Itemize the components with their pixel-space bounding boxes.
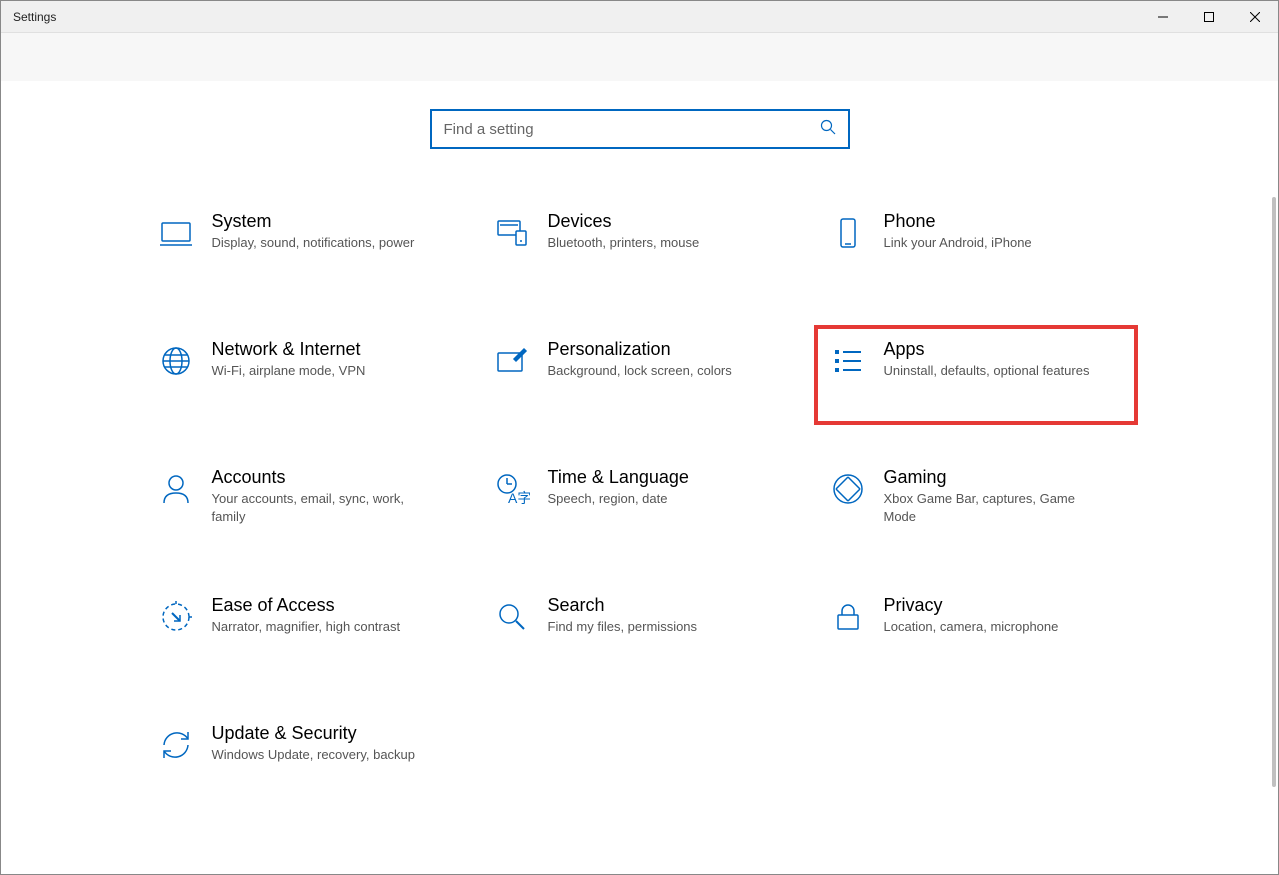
header-strip — [1, 33, 1278, 81]
tile-title: Gaming — [884, 467, 1104, 488]
tile-desc: Link your Android, iPhone — [884, 234, 1032, 252]
tile-title: Personalization — [548, 339, 732, 360]
tile-desc: Speech, region, date — [548, 490, 689, 508]
apps-icon — [824, 339, 872, 379]
tile-title: Search — [548, 595, 698, 616]
privacy-icon — [824, 595, 872, 635]
tile-title: System — [212, 211, 415, 232]
close-button[interactable] — [1232, 1, 1278, 32]
content-area: System Display, sound, notifications, po… — [1, 81, 1278, 874]
search-input[interactable] — [444, 121, 820, 138]
window-controls — [1140, 1, 1278, 32]
devices-icon — [488, 211, 536, 251]
tile-title: Privacy — [884, 595, 1059, 616]
tile-search[interactable]: Search Find my files, permissions — [480, 583, 800, 679]
search-icon — [820, 119, 836, 140]
tile-desc: Background, lock screen, colors — [548, 362, 732, 380]
tile-title: Update & Security — [212, 723, 416, 744]
phone-icon — [824, 211, 872, 251]
tile-title: Network & Internet — [212, 339, 366, 360]
tile-network[interactable]: Network & Internet Wi-Fi, airplane mode,… — [144, 327, 464, 423]
search-box[interactable] — [430, 109, 850, 149]
system-icon — [152, 211, 200, 251]
window-title: Settings — [13, 10, 1140, 24]
tile-desc: Bluetooth, printers, mouse — [548, 234, 700, 252]
gaming-icon — [824, 467, 872, 507]
search-container — [1, 81, 1278, 199]
update-icon — [152, 723, 200, 763]
tile-update[interactable]: Update & Security Windows Update, recove… — [144, 711, 464, 807]
time-language-icon: A字 — [488, 467, 536, 507]
ease-of-access-icon — [152, 595, 200, 635]
tile-title: Accounts — [212, 467, 432, 488]
tile-desc: Xbox Game Bar, captures, Game Mode — [884, 490, 1104, 526]
tile-desc: Your accounts, email, sync, work, family — [212, 490, 432, 526]
tile-title: Apps — [884, 339, 1090, 360]
tile-desc: Narrator, magnifier, high contrast — [212, 618, 401, 636]
maximize-button[interactable] — [1186, 1, 1232, 32]
tile-title: Phone — [884, 211, 1032, 232]
globe-icon — [152, 339, 200, 379]
tile-phone[interactable]: Phone Link your Android, iPhone — [816, 199, 1136, 295]
tile-desc: Windows Update, recovery, backup — [212, 746, 416, 764]
tile-devices[interactable]: Devices Bluetooth, printers, mouse — [480, 199, 800, 295]
tile-system[interactable]: System Display, sound, notifications, po… — [144, 199, 464, 295]
accounts-icon — [152, 467, 200, 507]
tile-desc: Display, sound, notifications, power — [212, 234, 415, 252]
tile-accounts[interactable]: Accounts Your accounts, email, sync, wor… — [144, 455, 464, 551]
tile-title: Devices — [548, 211, 700, 232]
tile-desc: Location, camera, microphone — [884, 618, 1059, 636]
tile-privacy[interactable]: Privacy Location, camera, microphone — [816, 583, 1136, 679]
tile-ease[interactable]: Ease of Access Narrator, magnifier, high… — [144, 583, 464, 679]
tile-apps[interactable]: Apps Uninstall, defaults, optional featu… — [816, 327, 1136, 423]
titlebar: Settings — [1, 1, 1278, 33]
tile-personalization[interactable]: Personalization Background, lock screen,… — [480, 327, 800, 423]
personalization-icon — [488, 339, 536, 379]
minimize-button[interactable] — [1140, 1, 1186, 32]
tile-title: Ease of Access — [212, 595, 401, 616]
settings-grid: System Display, sound, notifications, po… — [144, 199, 1136, 847]
tile-desc: Wi-Fi, airplane mode, VPN — [212, 362, 366, 380]
svg-text:A字: A字 — [508, 490, 530, 506]
search-category-icon — [488, 595, 536, 635]
tile-title: Time & Language — [548, 467, 689, 488]
tile-time[interactable]: A字 Time & Language Speech, region, date — [480, 455, 800, 551]
tile-desc: Find my files, permissions — [548, 618, 698, 636]
tile-desc: Uninstall, defaults, optional features — [884, 362, 1090, 380]
tile-gaming[interactable]: Gaming Xbox Game Bar, captures, Game Mod… — [816, 455, 1136, 551]
scrollbar-thumb[interactable] — [1272, 197, 1276, 787]
